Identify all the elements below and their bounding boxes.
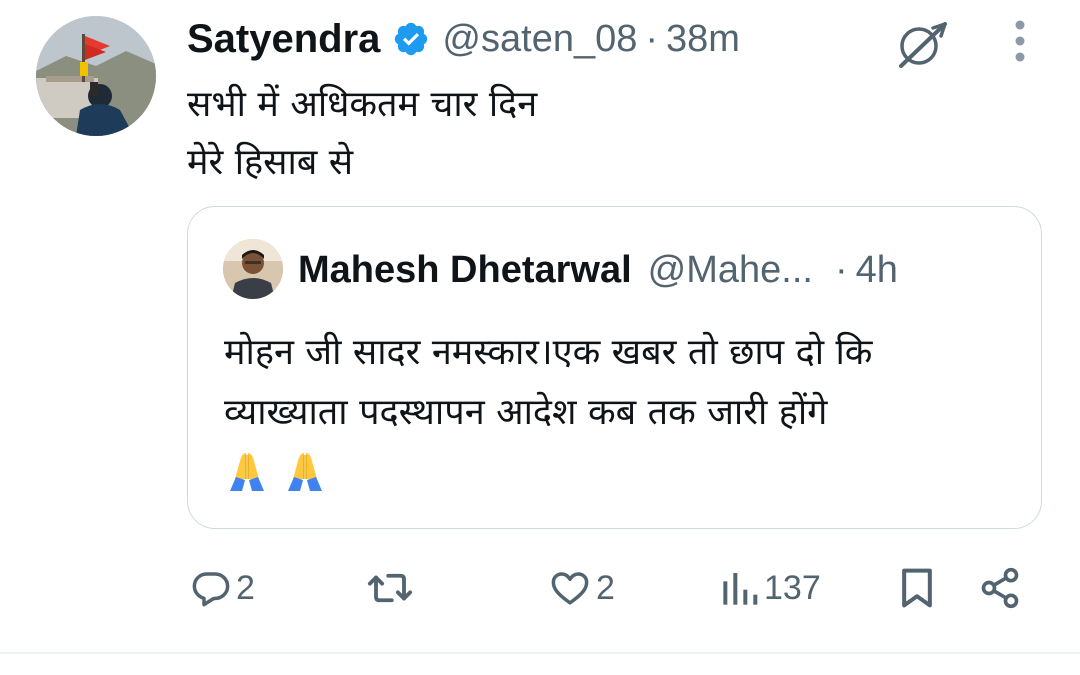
quoted-avatar-image <box>223 239 283 299</box>
tweet-text: सभी में अधिकतम चार दिन मेरे हिसाब से <box>187 76 1047 192</box>
avatar-image <box>36 16 156 136</box>
quoted-author-handle[interactable]: @Mahe... <box>648 249 813 292</box>
tweet-text-line: सभी में अधिकतम चार दिन <box>187 84 538 125</box>
separator-dot: · <box>645 17 659 60</box>
heart-icon <box>551 572 589 605</box>
quoted-author-name[interactable]: Mahesh Dhetarwal <box>298 249 632 292</box>
tweet-time[interactable]: 38m <box>666 18 740 61</box>
analytics-icon <box>723 573 758 605</box>
quoted-text-line: मोहन जी सादर नमस्कार।एक खबर तो छाप दो कि <box>224 332 873 373</box>
tweet-text-line: मेरे हिसाब से <box>187 142 354 183</box>
repost-button[interactable] <box>366 560 418 616</box>
like-button[interactable]: 2 <box>548 560 615 616</box>
share-button[interactable] <box>978 560 1022 616</box>
grok-icon[interactable] <box>893 18 949 70</box>
folded-hands-icon <box>230 453 264 491</box>
quoted-separator-dot: · <box>834 248 848 291</box>
quoted-header: Mahesh Dhetarwal @Mahe... · 4h <box>298 245 898 295</box>
author-handle[interactable]: @saten_08 <box>442 18 637 61</box>
share-icon <box>981 567 1019 609</box>
tweet[interactable]: Satyendra @saten_08 · 38m सभी में अधिकतम… <box>0 0 1080 675</box>
quoted-text: मोहन जी सादर नमस्कार।एक खबर तो छाप दो कि… <box>224 323 1024 493</box>
more-options-icon[interactable] <box>1008 18 1032 64</box>
quoted-text-line: व्याख्याता पदस्थापन आदेश कब तक जारी होंग… <box>224 392 828 433</box>
author-avatar[interactable] <box>36 16 156 136</box>
bookmark-button[interactable] <box>898 560 936 616</box>
folded-hands-icon <box>288 453 322 491</box>
author-name[interactable]: Satyendra <box>187 17 380 62</box>
reply-button[interactable]: 2 <box>190 560 255 616</box>
repost-icon <box>367 573 413 603</box>
like-count: 2 <box>596 568 615 607</box>
tweet-header: Satyendra @saten_08 · 38m <box>187 14 740 64</box>
divider <box>0 652 1080 654</box>
verified-badge-icon <box>392 20 430 58</box>
quoted-author-avatar[interactable] <box>223 239 283 299</box>
reply-icon <box>192 572 230 607</box>
views-count: 137 <box>764 568 821 607</box>
views-button[interactable]: 137 <box>720 560 821 616</box>
bookmark-icon <box>902 568 932 608</box>
reply-count: 2 <box>236 568 255 607</box>
quoted-time[interactable]: 4h <box>856 249 898 292</box>
quoted-tweet[interactable]: Mahesh Dhetarwal @Mahe... · 4h मोहन जी स… <box>187 206 1042 529</box>
action-bar: 2 2 137 <box>0 560 1080 616</box>
emoji-row <box>224 447 1024 493</box>
